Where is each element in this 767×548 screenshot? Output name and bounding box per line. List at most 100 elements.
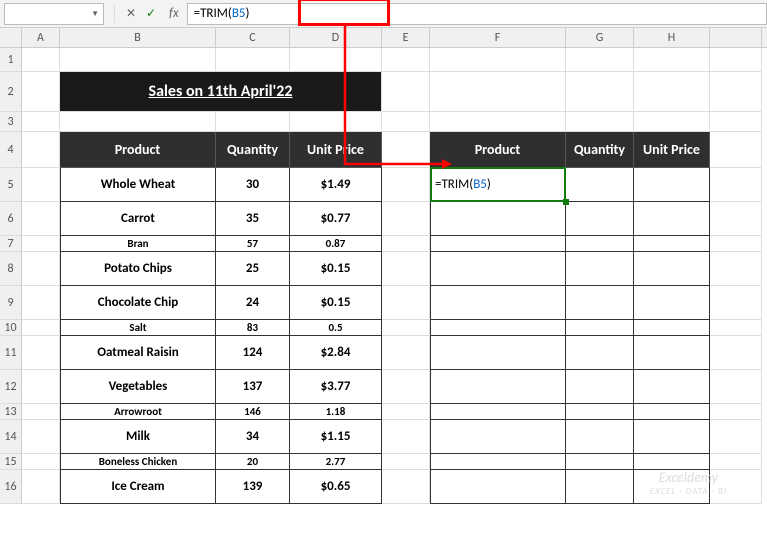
data-cell[interactable]: [430, 404, 566, 420]
row-header[interactable]: 12: [0, 370, 22, 404]
data-cell[interactable]: 1.18: [290, 404, 382, 420]
cell[interactable]: [216, 48, 290, 72]
data-cell[interactable]: [566, 404, 634, 420]
data-cell[interactable]: [430, 236, 566, 252]
data-cell[interactable]: 20: [216, 454, 290, 470]
cell[interactable]: [22, 168, 60, 202]
cell[interactable]: [382, 454, 430, 470]
cell[interactable]: [566, 72, 634, 112]
cell[interactable]: [710, 370, 762, 404]
data-cell[interactable]: [634, 252, 710, 286]
table-header[interactable]: Unit Price: [634, 132, 710, 168]
cell[interactable]: [710, 236, 762, 252]
data-cell[interactable]: [566, 370, 634, 404]
data-cell[interactable]: Vegetables: [60, 370, 216, 404]
cell[interactable]: [382, 420, 430, 454]
cell[interactable]: [382, 320, 430, 336]
data-cell[interactable]: Ice Cream: [60, 470, 216, 504]
data-cell[interactable]: 83: [216, 320, 290, 336]
row-header[interactable]: 9: [0, 286, 22, 320]
cell[interactable]: [382, 132, 430, 168]
data-cell[interactable]: 137: [216, 370, 290, 404]
row-header[interactable]: 3: [0, 112, 22, 132]
data-cell[interactable]: 2.77: [290, 454, 382, 470]
cell[interactable]: [22, 252, 60, 286]
cell[interactable]: [382, 48, 430, 72]
cell[interactable]: [566, 112, 634, 132]
data-cell[interactable]: 124: [216, 336, 290, 370]
cell[interactable]: [22, 404, 60, 420]
cell[interactable]: [290, 112, 382, 132]
cell[interactable]: [710, 252, 762, 286]
cell[interactable]: [634, 72, 710, 112]
cell[interactable]: [710, 132, 762, 168]
data-cell[interactable]: 24: [216, 286, 290, 320]
col-header[interactable]: C: [216, 28, 290, 48]
cell[interactable]: [382, 370, 430, 404]
data-cell[interactable]: $3.77: [290, 370, 382, 404]
cell[interactable]: [22, 48, 60, 72]
active-cell[interactable]: =TRIM(B5): [430, 168, 566, 202]
row-header[interactable]: 16: [0, 470, 22, 504]
fill-handle[interactable]: [563, 199, 569, 205]
data-cell[interactable]: Bran: [60, 236, 216, 252]
cell[interactable]: [60, 48, 216, 72]
data-cell[interactable]: [430, 370, 566, 404]
cell[interactable]: [710, 404, 762, 420]
data-cell[interactable]: $1.49: [290, 168, 382, 202]
data-cell[interactable]: [634, 336, 710, 370]
cell[interactable]: [430, 112, 566, 132]
data-cell[interactable]: $0.77: [290, 202, 382, 236]
data-cell[interactable]: Carrot: [60, 202, 216, 236]
data-cell[interactable]: [430, 420, 566, 454]
cell[interactable]: [430, 72, 566, 112]
cell[interactable]: [634, 48, 710, 72]
data-cell[interactable]: [566, 454, 634, 470]
data-cell[interactable]: 35: [216, 202, 290, 236]
data-cell[interactable]: [634, 404, 710, 420]
cell[interactable]: [382, 202, 430, 236]
data-cell[interactable]: Milk: [60, 420, 216, 454]
data-cell[interactable]: [430, 454, 566, 470]
name-box-dropdown-icon[interactable]: ▼: [91, 9, 99, 19]
fx-icon[interactable]: fx: [169, 6, 179, 21]
data-cell[interactable]: [566, 168, 634, 202]
row-header[interactable]: 15: [0, 454, 22, 470]
cell[interactable]: [710, 320, 762, 336]
row-header[interactable]: 14: [0, 420, 22, 454]
data-cell[interactable]: [430, 470, 566, 504]
data-cell[interactable]: [634, 320, 710, 336]
data-cell[interactable]: [566, 286, 634, 320]
referenced-cell[interactable]: Whole Wheat: [60, 168, 216, 202]
name-box[interactable]: ▼: [4, 3, 104, 25]
cell[interactable]: [22, 370, 60, 404]
cell[interactable]: [22, 236, 60, 252]
row-header[interactable]: 7: [0, 236, 22, 252]
data-cell[interactable]: [430, 252, 566, 286]
cell[interactable]: [382, 236, 430, 252]
cell[interactable]: [710, 202, 762, 236]
col-header[interactable]: A: [22, 28, 60, 48]
row-header[interactable]: 6: [0, 202, 22, 236]
cell[interactable]: [22, 132, 60, 168]
cell[interactable]: [710, 420, 762, 454]
col-header[interactable]: B: [60, 28, 216, 48]
table-header[interactable]: Quantity: [566, 132, 634, 168]
cell[interactable]: [710, 286, 762, 320]
data-cell[interactable]: [634, 454, 710, 470]
cell[interactable]: [382, 336, 430, 370]
row-header[interactable]: 4: [0, 132, 22, 168]
cell[interactable]: [382, 470, 430, 504]
data-cell[interactable]: Potato Chips: [60, 252, 216, 286]
cell[interactable]: [22, 454, 60, 470]
cell[interactable]: [22, 470, 60, 504]
data-cell[interactable]: 30: [216, 168, 290, 202]
row-header[interactable]: 2: [0, 72, 22, 112]
col-header[interactable]: G: [566, 28, 634, 48]
data-cell[interactable]: $1.15: [290, 420, 382, 454]
row-header[interactable]: 8: [0, 252, 22, 286]
cell[interactable]: [710, 112, 762, 132]
data-cell[interactable]: [566, 320, 634, 336]
cell[interactable]: [22, 72, 60, 112]
formula-input[interactable]: =TRIM(B5): [187, 3, 767, 25]
